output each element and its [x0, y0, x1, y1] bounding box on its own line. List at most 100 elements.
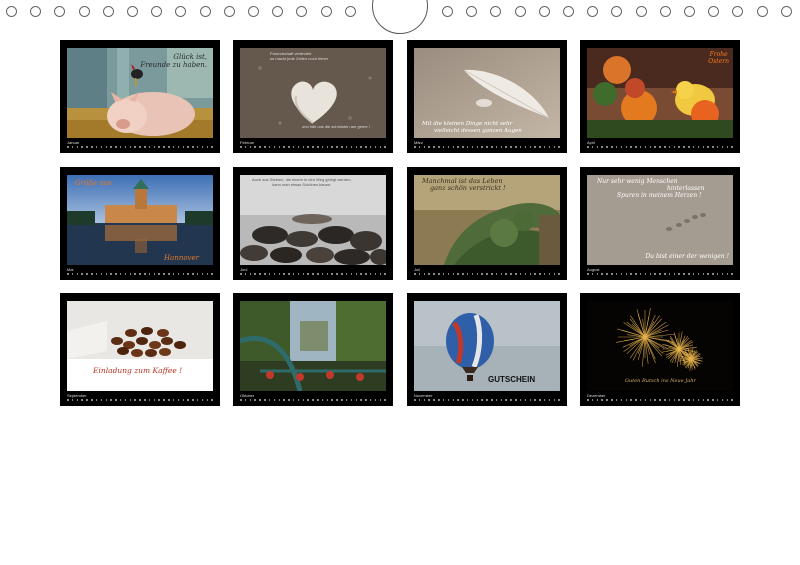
- day-tick: [360, 146, 362, 148]
- day-tick: [148, 399, 151, 401]
- day-tick: [153, 273, 156, 275]
- day-tick: [350, 399, 353, 401]
- day-tick: [447, 146, 450, 148]
- day-tick: [345, 146, 348, 148]
- day-tick: [615, 399, 618, 401]
- binding-ring: [538, 6, 550, 17]
- day-tick: [596, 146, 599, 148]
- day-tick: [384, 399, 386, 401]
- binding-ring: [732, 6, 744, 17]
- day-strip: [240, 399, 386, 402]
- day-tick: [206, 146, 209, 148]
- month-page-mai[interactable]: Grüße aus Hannover Mai: [60, 167, 220, 280]
- day-tick: [505, 146, 507, 148]
- month-page-juni[interactable]: Auch aus Steinen, die einem in den Weg g…: [233, 167, 393, 280]
- binding-ring: [563, 6, 574, 17]
- day-tick: [240, 146, 242, 148]
- month-page-august[interactable]: Nur sehr wenig Menschen hinterlassen Spu…: [580, 167, 740, 280]
- day-tick: [273, 273, 276, 275]
- binding-ring: [514, 6, 526, 17]
- day-tick: [414, 399, 416, 401]
- day-tick: [307, 273, 309, 275]
- day-tick: [163, 146, 165, 148]
- day-tick: [336, 273, 338, 275]
- day-tick: [81, 273, 83, 275]
- caption-line: Du bist einer der wenigen !: [645, 253, 729, 261]
- day-tick: [438, 273, 440, 275]
- day-tick: [124, 273, 127, 275]
- day-tick: [379, 146, 382, 148]
- day-tick: [447, 399, 450, 401]
- caption-line: Spuren in meinem Herzen !: [617, 191, 702, 199]
- day-tick: [148, 273, 151, 275]
- day-tick: [249, 146, 252, 148]
- day-tick: [668, 273, 671, 275]
- day-tick: [500, 273, 503, 275]
- day-tick: [659, 146, 661, 148]
- day-tick: [601, 399, 603, 401]
- day-tick: [462, 146, 464, 148]
- caption-line: und hält uns die schönsten am gerne !: [302, 124, 370, 130]
- month-label: Februar: [240, 140, 255, 145]
- binding-rings: [0, 0, 800, 34]
- day-tick: [721, 273, 724, 275]
- day-tick: [292, 273, 295, 275]
- day-tick: [158, 146, 160, 148]
- day-tick: [288, 399, 290, 401]
- month-page-juli[interactable]: Manchmal ist das Leben ganz schön verstr…: [407, 167, 567, 280]
- day-tick: [558, 146, 560, 148]
- day-tick: [418, 146, 421, 148]
- day-tick: [76, 146, 79, 148]
- day-tick: [486, 146, 488, 148]
- day-tick: [649, 146, 652, 148]
- day-tick: [683, 273, 685, 275]
- day-tick: [139, 146, 141, 148]
- day-tick: [365, 273, 367, 275]
- day-tick: [278, 146, 280, 148]
- day-strip: [587, 273, 733, 276]
- day-tick: [187, 399, 189, 401]
- day-tick: [374, 399, 377, 401]
- month-page-september[interactable]: Einladung zum Kaffee ! September: [60, 293, 220, 406]
- month-page-januar[interactable]: Glück ist, Freunde zu haben. Januar: [60, 40, 220, 153]
- month-page-november[interactable]: GUTSCHEIN November: [407, 293, 567, 406]
- month-page-oktober[interactable]: Oktober: [233, 293, 393, 406]
- day-tick: [355, 273, 357, 275]
- day-tick: [148, 146, 151, 148]
- day-tick: [524, 399, 527, 401]
- day-tick: [688, 399, 690, 401]
- day-tick: [105, 146, 107, 148]
- day-tick: [153, 399, 156, 401]
- day-tick: [254, 399, 256, 401]
- day-tick: [278, 399, 280, 401]
- day-tick: [297, 273, 300, 275]
- day-tick: [336, 399, 338, 401]
- day-tick: [144, 399, 146, 401]
- day-tick: [100, 146, 103, 148]
- month-page-februar[interactable]: Freundschaft verändert so macht jede Zei…: [233, 40, 393, 153]
- day-tick: [702, 146, 704, 148]
- day-tick: [360, 399, 362, 401]
- month-page-april[interactable]: Frohe Ostern April: [580, 40, 740, 153]
- day-tick: [587, 146, 589, 148]
- binding-ring: [708, 6, 720, 17]
- day-tick: [110, 399, 112, 401]
- month-page-dezember[interactable]: Guten Rutsch ins Neue Jahr Dezember: [580, 293, 740, 406]
- day-tick: [692, 273, 695, 275]
- day-tick: [249, 399, 252, 401]
- day-tick: [331, 399, 333, 401]
- day-tick: [692, 399, 695, 401]
- day-tick: [100, 273, 103, 275]
- month-page-maerz[interactable]: Mit die kleinen Dinge nicht sehr viellei…: [407, 40, 567, 153]
- day-tick: [635, 146, 637, 148]
- day-tick: [606, 273, 608, 275]
- photo-stones: Auch aus Steinen, die einem in den Weg g…: [240, 175, 386, 265]
- day-tick: [206, 399, 209, 401]
- day-tick: [510, 146, 512, 148]
- binding-ring: [320, 6, 332, 17]
- day-tick: [95, 273, 98, 275]
- day-tick: [196, 399, 199, 401]
- day-tick: [119, 273, 122, 275]
- day-tick: [163, 273, 165, 275]
- day-tick: [192, 399, 194, 401]
